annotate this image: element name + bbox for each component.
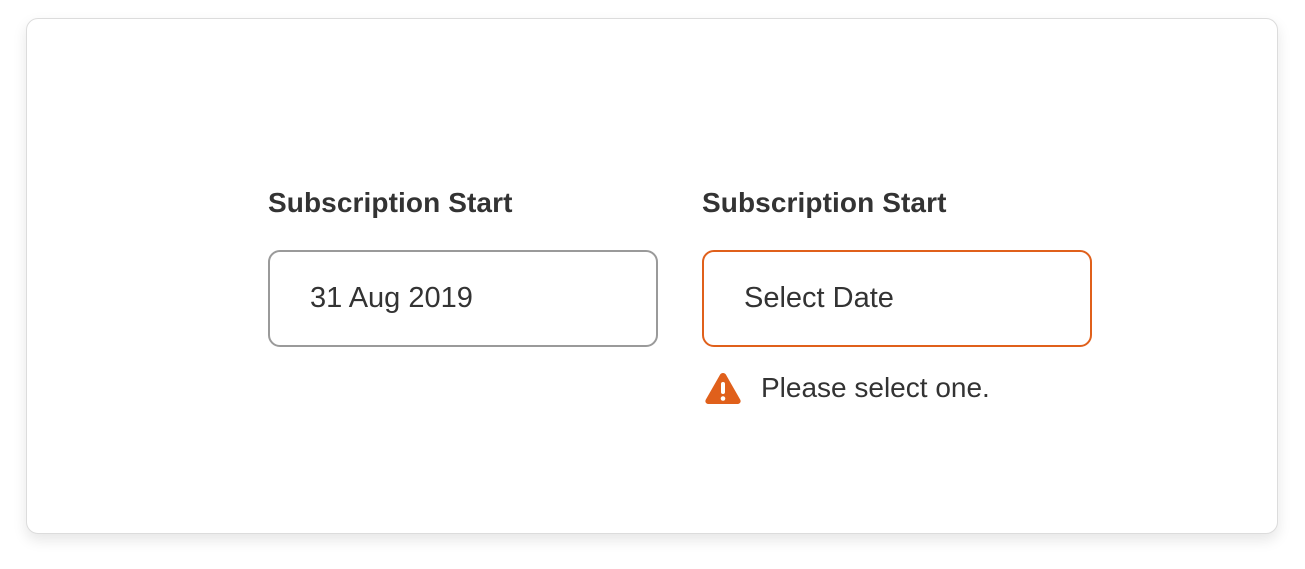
field-label: Subscription Start [268, 187, 513, 218]
date-input-error[interactable]: Select Date [702, 250, 1092, 347]
date-input[interactable]: 31 Aug 2019 [268, 250, 658, 347]
subscription-start-field-filled: Subscription Start 31 Aug 2019 [268, 184, 658, 347]
warning-triangle-icon [704, 371, 742, 405]
field-label: Subscription Start [702, 187, 947, 218]
error-message: Please select one. [704, 368, 990, 408]
date-input-value: 31 Aug 2019 [310, 282, 473, 314]
date-input-placeholder: Select Date [744, 282, 894, 314]
form-card: Subscription Start 31 Aug 2019 Subscript… [26, 18, 1278, 534]
error-text: Please select one. [761, 372, 990, 403]
subscription-start-field-error: Subscription Start Select Date Please se… [702, 184, 1092, 404]
